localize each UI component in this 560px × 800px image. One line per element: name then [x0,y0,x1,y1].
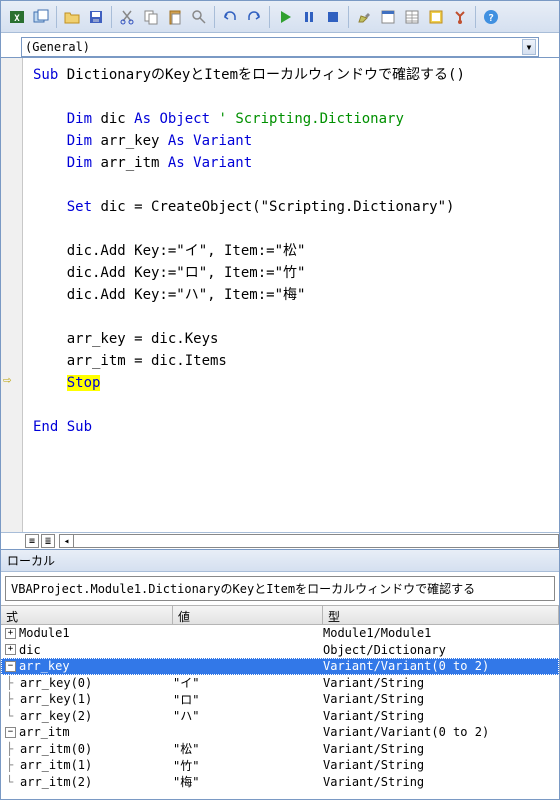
locals-value: "竹" [173,757,323,774]
tree-branch-icon: ├ [6,676,20,690]
paste-icon[interactable] [163,5,187,29]
locals-expr: arr_itm [19,725,70,739]
run-icon[interactable] [273,5,297,29]
locals-expr: arr_itm(2) [20,775,92,789]
full-view-button[interactable]: ≣ [41,534,55,548]
locals-row[interactable]: − arr_key Variant/Variant(0 to 2) [1,658,559,675]
toolbox-icon[interactable] [448,5,472,29]
locals-body: + Module1 Module1/Module1 + dic Object/Dict… [1,625,559,790]
locals-expr: arr_itm(0) [20,742,92,756]
locals-type: Variant/String [323,692,559,706]
locals-row[interactable]: └ arr_key(2) "ハ"Variant/String [1,708,559,725]
locals-context: VBAProject.Module1.DictionaryのKeyとItemをロ… [5,576,555,601]
code-text[interactable]: Sub DictionaryのKeyとItemをローカルウィンドウで確認する()… [23,58,559,532]
copy-icon[interactable] [139,5,163,29]
locals-type: Object/Dictionary [323,643,559,657]
object-dropdown[interactable]: (General) ▾ [21,37,539,57]
object-dropdown-value: (General) [25,40,90,54]
cut-icon[interactable] [115,5,139,29]
view-switch-bar: ≡ ≣ ◂ [1,532,559,550]
design-icon[interactable] [352,5,376,29]
tree-branch-icon: ├ [6,758,20,772]
locals-row[interactable]: └ arr_itm(2) "梅"Variant/String [1,774,559,791]
proc-view-button[interactable]: ≡ [25,534,39,548]
help-icon[interactable]: ? [479,5,503,29]
locals-expr: dic [19,643,41,657]
locals-value: "ロ" [173,691,323,708]
locals-type: Variant/String [323,742,559,756]
open-icon[interactable] [60,5,84,29]
locals-panel-title: ローカル [1,550,559,572]
locals-value: "イ" [173,674,323,691]
locals-row[interactable]: ├ arr_itm(1) "竹"Variant/String [1,757,559,774]
locals-expr: arr_key(0) [20,676,92,690]
object-proc-dropdowns: (General) ▾ [1,33,559,57]
chevron-down-icon: ▾ [522,39,536,55]
tree-branch-icon: ├ [6,692,20,706]
undo-icon[interactable] [218,5,242,29]
locals-type: Variant/String [323,775,559,789]
locals-expr: arr_key(1) [20,692,92,706]
tree-branch-icon: └ [6,709,20,723]
explorer-icon[interactable] [376,5,400,29]
locals-row[interactable]: ├ arr_itm(0) "松"Variant/String [1,741,559,758]
locals-type: Variant/String [323,758,559,772]
locals-header: 式 値 型 [1,605,559,625]
locals-value: "松" [173,740,323,757]
locals-col-type[interactable]: 型 [323,606,559,624]
toolbar: X ? [1,1,559,33]
locals-row[interactable]: ├ arr_key(0) "イ"Variant/String [1,675,559,692]
view-icon[interactable] [29,5,53,29]
locals-row[interactable]: + Module1 Module1/Module1 [1,625,559,642]
collapse-icon[interactable]: − [5,661,16,672]
svg-text:X: X [14,14,20,24]
locals-row[interactable]: + dic Object/Dictionary [1,642,559,659]
reset-icon[interactable] [321,5,345,29]
browser-icon[interactable] [424,5,448,29]
excel-icon[interactable]: X [5,5,29,29]
locals-expr: arr_key(2) [20,709,92,723]
locals-type: Variant/String [323,676,559,690]
locals-expr: arr_key [19,659,70,673]
code-editor[interactable]: ⇨ Sub DictionaryのKeyとItemをローカルウィンドウで確認する… [1,57,559,532]
locals-type: Variant/Variant(0 to 2) [323,725,559,739]
locals-value: "梅" [173,773,323,790]
tree-branch-icon: └ [6,775,20,789]
locals-row[interactable]: ├ arr_key(1) "ロ"Variant/String [1,691,559,708]
locals-type: Variant/String [323,709,559,723]
find-icon[interactable] [187,5,211,29]
locals-expr: Module1 [19,626,70,640]
props-icon[interactable] [400,5,424,29]
expand-icon[interactable]: + [5,628,16,639]
locals-row[interactable]: − arr_itm Variant/Variant(0 to 2) [1,724,559,741]
svg-text:?: ? [488,13,494,24]
locals-expr: arr_itm(1) [20,758,92,772]
locals-col-value[interactable]: 値 [173,606,323,624]
locals-value: "ハ" [173,707,323,724]
break-icon[interactable] [297,5,321,29]
h-scrollbar[interactable]: ◂ [59,534,559,548]
tree-branch-icon: ├ [6,742,20,756]
locals-type: Variant/Variant(0 to 2) [323,659,559,673]
locals-col-expr[interactable]: 式 [1,606,173,624]
code-gutter: ⇨ [1,58,23,532]
locals-type: Module1/Module1 [323,626,559,640]
expand-icon[interactable]: + [5,644,16,655]
collapse-icon[interactable]: − [5,727,16,738]
save-icon[interactable] [84,5,108,29]
redo-icon[interactable] [242,5,266,29]
exec-pointer-icon: ⇨ [3,372,11,388]
